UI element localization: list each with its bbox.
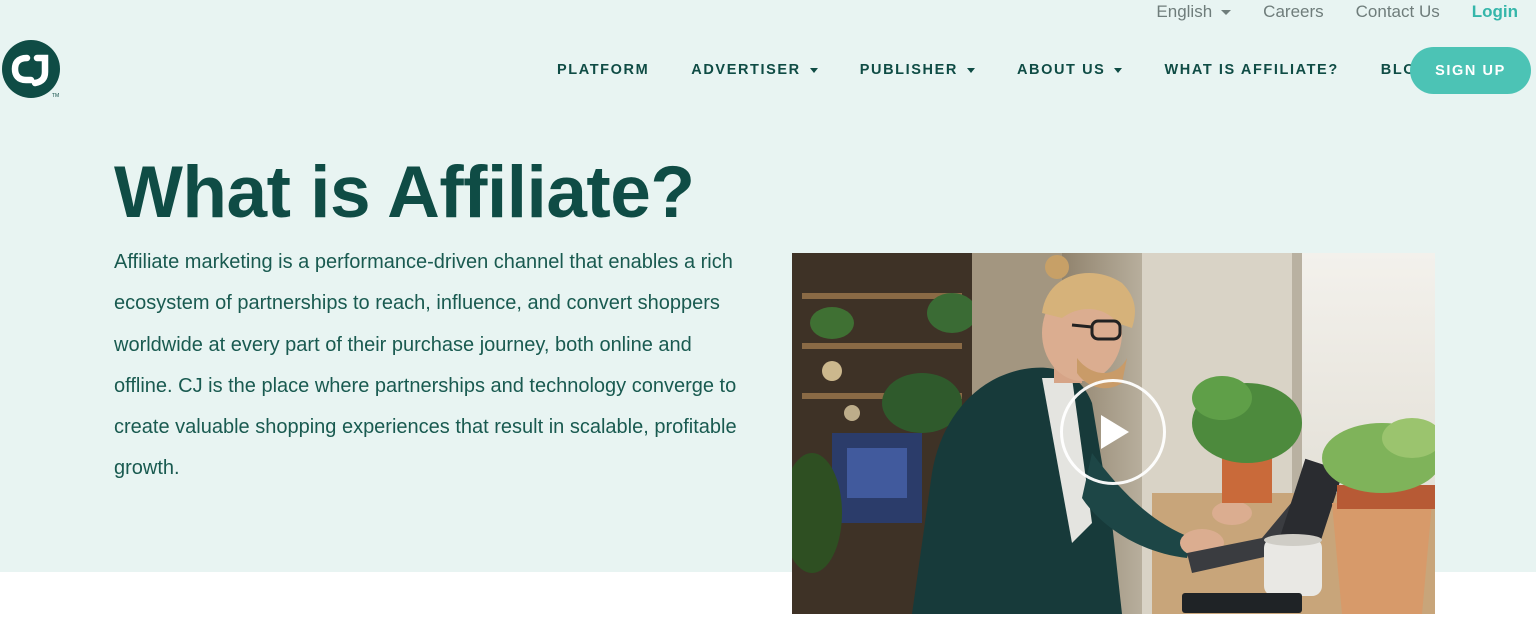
login-link[interactable]: Login xyxy=(1472,2,1518,22)
nav-label: PUBLISHER xyxy=(859,62,958,78)
contact-link[interactable]: Contact Us xyxy=(1356,2,1440,22)
nav-item-publisher[interactable]: PUBLISHER xyxy=(839,62,996,78)
nav-label: PLATFORM xyxy=(557,62,650,78)
page-title: What is Affiliate? xyxy=(114,152,695,233)
chevron-down-icon xyxy=(809,67,818,73)
nav-label: ABOUT US xyxy=(1016,62,1106,78)
nav-item-about-us[interactable]: ABOUT US xyxy=(996,62,1144,78)
main-nav: PLATFORM ADVERTISER PUBLISHER ABOUT US W… xyxy=(536,46,1450,94)
trademark-mark: TM xyxy=(52,93,59,99)
language-selector[interactable]: English xyxy=(1156,2,1232,22)
cj-logo-icon[interactable]: TM xyxy=(2,40,62,100)
nav-item-platform[interactable]: PLATFORM xyxy=(536,62,670,78)
nav-label: WHAT IS AFFILIATE? xyxy=(1164,62,1339,78)
page: English Careers Contact Us Login TM PLAT… xyxy=(0,0,1536,630)
play-icon xyxy=(1101,415,1129,449)
utility-nav: English Careers Contact Us Login xyxy=(1156,0,1518,24)
chevron-down-icon xyxy=(1114,67,1123,73)
play-button[interactable] xyxy=(1060,379,1166,485)
nav-item-what-is-affiliate[interactable]: WHAT IS AFFILIATE? xyxy=(1143,62,1359,78)
chevron-down-icon xyxy=(1221,9,1232,15)
nav-label: ADVERTISER xyxy=(691,62,801,78)
sign-up-button[interactable]: SIGN UP xyxy=(1410,47,1531,94)
hero-description: Affiliate marketing is a performance-dri… xyxy=(114,251,737,480)
video-player[interactable] xyxy=(792,253,1435,614)
nav-item-advertiser[interactable]: ADVERTISER xyxy=(670,62,838,78)
language-label: English xyxy=(1156,2,1213,21)
careers-link[interactable]: Careers xyxy=(1263,2,1323,22)
chevron-down-icon xyxy=(966,67,975,73)
